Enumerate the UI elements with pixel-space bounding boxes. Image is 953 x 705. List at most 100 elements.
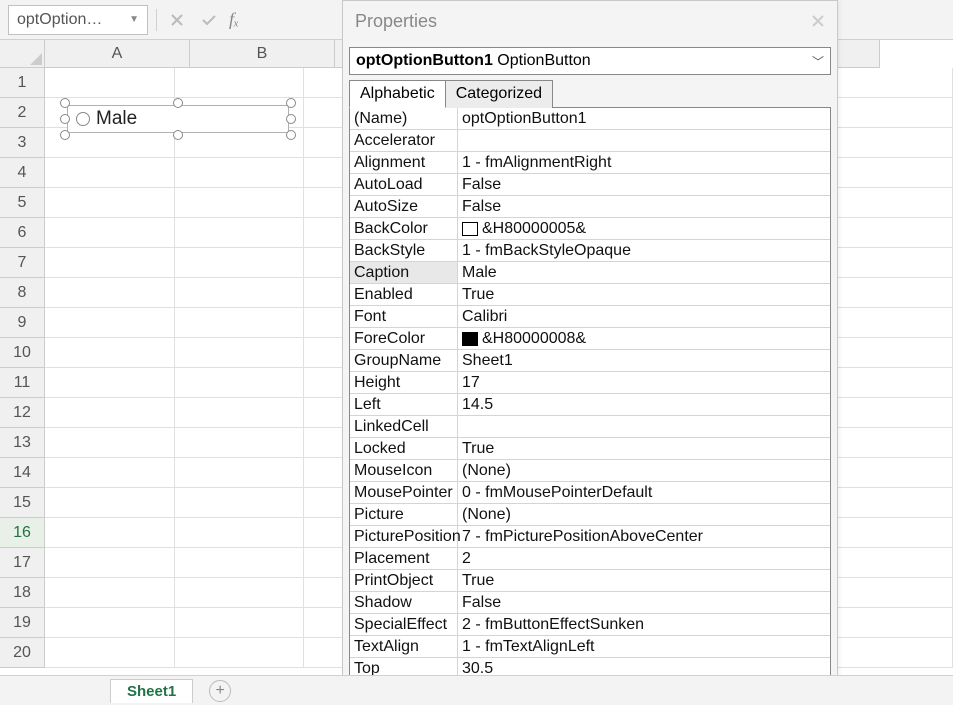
cell[interactable]: [823, 218, 953, 248]
cell[interactable]: [45, 188, 175, 218]
cell[interactable]: [175, 338, 305, 368]
cell[interactable]: [45, 248, 175, 278]
property-value[interactable]: Sheet1: [458, 350, 830, 371]
row-header[interactable]: 13: [0, 428, 45, 458]
cell[interactable]: [175, 638, 305, 668]
tab-alphabetic[interactable]: Alphabetic: [349, 80, 446, 108]
cell[interactable]: [45, 458, 175, 488]
property-row[interactable]: Alignment1 - fmAlignmentRight: [350, 152, 830, 174]
property-value[interactable]: (None): [458, 504, 830, 525]
row-header[interactable]: 16: [0, 518, 45, 548]
property-value[interactable]: &H80000005&: [458, 218, 830, 239]
row-header[interactable]: 9: [0, 308, 45, 338]
add-sheet-button[interactable]: +: [209, 680, 231, 702]
property-row[interactable]: PrintObjectTrue: [350, 570, 830, 592]
cell[interactable]: [823, 308, 953, 338]
property-row[interactable]: Accelerator: [350, 130, 830, 152]
property-value[interactable]: False: [458, 196, 830, 217]
resize-handle[interactable]: [60, 130, 70, 140]
cell[interactable]: [823, 578, 953, 608]
property-value[interactable]: 1 - fmBackStyleOpaque: [458, 240, 830, 261]
resize-handle[interactable]: [286, 130, 296, 140]
option-button-control[interactable]: Male: [60, 98, 296, 140]
name-box[interactable]: optOption… ▼: [8, 5, 148, 35]
cell[interactable]: [175, 428, 305, 458]
row-header[interactable]: 19: [0, 608, 45, 638]
property-row[interactable]: SpecialEffect2 - fmButtonEffectSunken: [350, 614, 830, 636]
property-row[interactable]: CaptionMale: [350, 262, 830, 284]
cell[interactable]: [175, 398, 305, 428]
properties-titlebar[interactable]: Properties: [343, 1, 837, 41]
cell[interactable]: [823, 68, 953, 98]
row-header[interactable]: 14: [0, 458, 45, 488]
cell[interactable]: [175, 548, 305, 578]
property-row[interactable]: TextAlign1 - fmTextAlignLeft: [350, 636, 830, 658]
cell[interactable]: [175, 188, 305, 218]
cell[interactable]: [175, 458, 305, 488]
cell[interactable]: [823, 248, 953, 278]
cell[interactable]: [45, 158, 175, 188]
cell[interactable]: [45, 548, 175, 578]
row-header[interactable]: 2: [0, 98, 45, 128]
property-row[interactable]: AutoLoadFalse: [350, 174, 830, 196]
property-row[interactable]: EnabledTrue: [350, 284, 830, 306]
property-value[interactable]: True: [458, 284, 830, 305]
property-value[interactable]: (None): [458, 460, 830, 481]
cancel-formula-button[interactable]: [165, 5, 189, 35]
property-value[interactable]: Male: [458, 262, 830, 283]
cell[interactable]: [175, 488, 305, 518]
row-header[interactable]: 11: [0, 368, 45, 398]
row-header[interactable]: 18: [0, 578, 45, 608]
row-header[interactable]: 15: [0, 488, 45, 518]
cell[interactable]: [823, 278, 953, 308]
cell[interactable]: [175, 278, 305, 308]
cell[interactable]: [175, 68, 305, 98]
row-header[interactable]: 10: [0, 338, 45, 368]
cell[interactable]: [823, 458, 953, 488]
tab-categorized[interactable]: Categorized: [445, 80, 553, 108]
property-row[interactable]: ForeColor&H80000008&: [350, 328, 830, 350]
cell[interactable]: [45, 518, 175, 548]
property-value[interactable]: 2 - fmButtonEffectSunken: [458, 614, 830, 635]
row-header[interactable]: 20: [0, 638, 45, 668]
cell[interactable]: [823, 188, 953, 218]
cell[interactable]: [823, 428, 953, 458]
property-row[interactable]: Height17: [350, 372, 830, 394]
row-header[interactable]: 5: [0, 188, 45, 218]
cell[interactable]: [823, 128, 953, 158]
property-row[interactable]: Left14.5: [350, 394, 830, 416]
cell[interactable]: [823, 98, 953, 128]
row-header[interactable]: 12: [0, 398, 45, 428]
row-header[interactable]: 3: [0, 128, 45, 158]
col-header-a[interactable]: A: [45, 40, 190, 68]
property-value[interactable]: 7 - fmPicturePositionAboveCenter: [458, 526, 830, 547]
sheet-tab-sheet1[interactable]: Sheet1: [110, 679, 193, 703]
cell[interactable]: [823, 518, 953, 548]
property-row[interactable]: BackStyle1 - fmBackStyleOpaque: [350, 240, 830, 262]
object-selector[interactable]: optOptionButton1 OptionButton ﹀: [349, 47, 831, 75]
property-row[interactable]: (Name)optOptionButton1: [350, 108, 830, 130]
select-all-corner[interactable]: [0, 40, 45, 68]
col-header-b[interactable]: B: [190, 40, 335, 68]
cell[interactable]: [823, 488, 953, 518]
row-header[interactable]: 4: [0, 158, 45, 188]
property-value[interactable]: 1 - fmAlignmentRight: [458, 152, 830, 173]
resize-handle[interactable]: [60, 98, 70, 108]
property-row[interactable]: MouseIcon(None): [350, 460, 830, 482]
cell[interactable]: [45, 278, 175, 308]
option-button-body[interactable]: Male: [67, 105, 289, 133]
cell[interactable]: [175, 608, 305, 638]
cell[interactable]: [45, 578, 175, 608]
cell[interactable]: [45, 68, 175, 98]
property-row[interactable]: PicturePosition7 - fmPicturePositionAbov…: [350, 526, 830, 548]
cell[interactable]: [823, 158, 953, 188]
property-row[interactable]: LockedTrue: [350, 438, 830, 460]
property-value[interactable]: [458, 130, 830, 151]
row-header[interactable]: 7: [0, 248, 45, 278]
property-value[interactable]: [458, 416, 830, 437]
cell[interactable]: [45, 638, 175, 668]
properties-window[interactable]: Properties optOptionButton1 OptionButton…: [342, 0, 838, 705]
cell[interactable]: [45, 338, 175, 368]
property-row[interactable]: LinkedCell: [350, 416, 830, 438]
row-header[interactable]: 1: [0, 68, 45, 98]
